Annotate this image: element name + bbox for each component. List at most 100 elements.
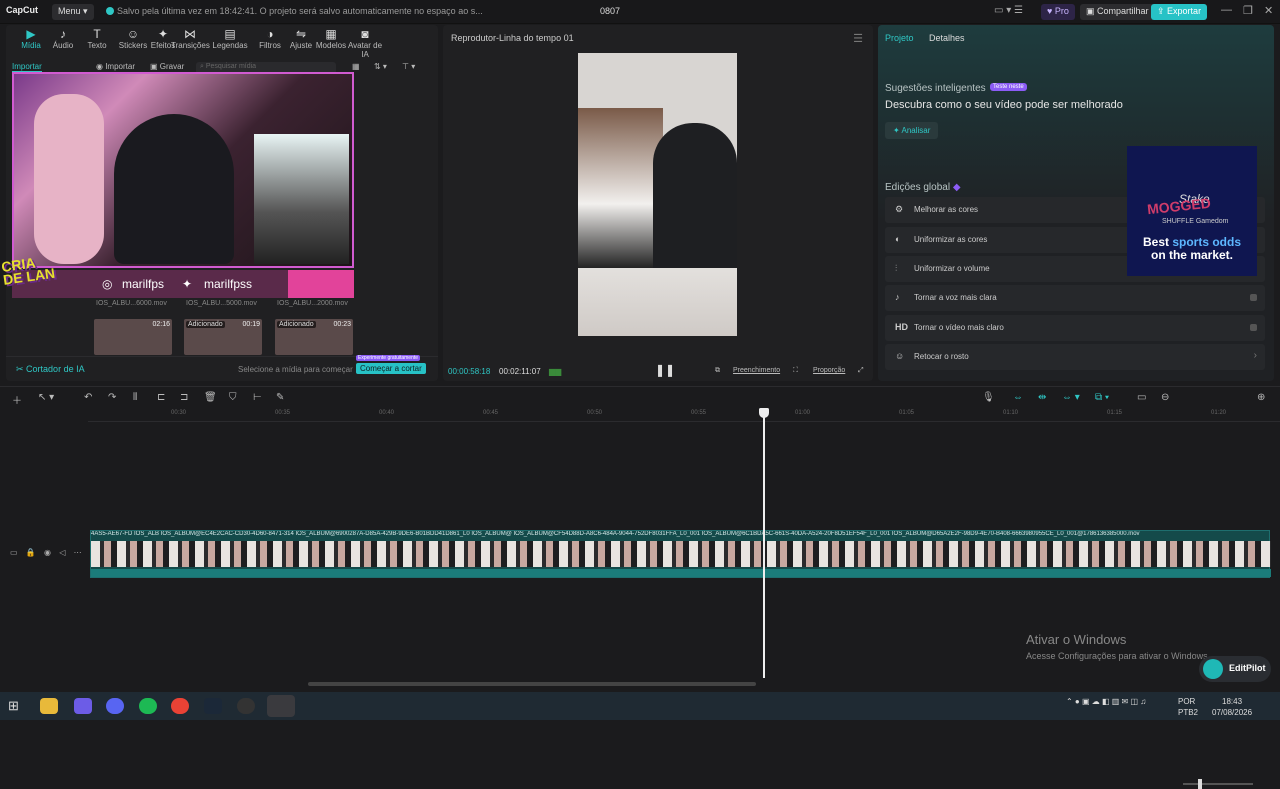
apps-icon[interactable] bbox=[74, 698, 92, 714]
pause-icon[interactable]: ❚❚ bbox=[655, 363, 675, 377]
zoom-handle[interactable] bbox=[1198, 779, 1202, 789]
editpilot-button[interactable]: EditPilot bbox=[1199, 656, 1271, 682]
snap-icon[interactable]: ⇔ ▾ bbox=[1062, 392, 1080, 403]
zoom-slider[interactable] bbox=[1183, 783, 1253, 785]
menu-button[interactable]: Menu ▾ bbox=[52, 4, 94, 20]
add-track-icon[interactable]: ＋ bbox=[12, 392, 22, 407]
timeline-ruler[interactable]: 00:30 00:35 00:40 00:45 00:50 00:55 01:00 01:05… bbox=[88, 408, 1280, 422]
magnet-icon[interactable]: ⇹ bbox=[1038, 392, 1046, 403]
filter-icon[interactable]: ⊤ ▾ bbox=[402, 62, 415, 71]
start-cut-button[interactable]: Começar a cortar bbox=[356, 363, 426, 374]
audio-icon: ♪ bbox=[60, 27, 66, 41]
capcut-taskbar-icon[interactable] bbox=[267, 695, 295, 717]
timeline-scrollbar[interactable] bbox=[308, 682, 756, 686]
sort-icon[interactable]: ⇅ ▾ bbox=[374, 62, 387, 71]
file-explorer-icon[interactable] bbox=[40, 698, 58, 714]
fit-icon[interactable]: ⛶ bbox=[793, 367, 798, 375]
shield-icon[interactable]: ⛉ bbox=[229, 392, 237, 403]
ruler-tick-label: 00:40 bbox=[379, 410, 395, 416]
zoom-out-icon[interactable]: ⊖ bbox=[1161, 392, 1169, 403]
view-grid-icon[interactable]: ▦ bbox=[352, 62, 360, 71]
caption-icon[interactable]: ▭ bbox=[1137, 392, 1146, 403]
option-retouch-face[interactable]: ☺ Retocar o rosto › bbox=[885, 344, 1265, 370]
undo-icon[interactable]: ↶ bbox=[84, 392, 92, 403]
ad-line2: on the market. bbox=[1150, 248, 1234, 262]
chrome-icon[interactable] bbox=[171, 698, 189, 714]
tab-templates[interactable]: ▦ Modelos bbox=[312, 27, 350, 50]
maximize-icon[interactable]: ❐ bbox=[1243, 4, 1253, 17]
minimize-icon[interactable]: — bbox=[1221, 4, 1232, 16]
ruler-tick-label: 00:50 bbox=[587, 410, 603, 416]
lock-icon[interactable]: 🔒 bbox=[26, 548, 36, 557]
mute-icon[interactable]: ◁ bbox=[59, 548, 65, 557]
media-thumbnail[interactable]: 02:16 bbox=[94, 319, 172, 355]
split-right-icon[interactable]: ⊐ bbox=[180, 392, 188, 403]
pro-button[interactable]: ♥ Pro bbox=[1041, 4, 1075, 20]
social-bar-accent bbox=[288, 270, 354, 298]
pen-icon[interactable]: ✎ bbox=[276, 392, 284, 403]
tab-avatar[interactable]: ◙ Avatar de IA bbox=[346, 27, 384, 59]
discord-icon[interactable] bbox=[106, 698, 124, 714]
export-button[interactable]: ⇪ Exportar bbox=[1151, 4, 1208, 20]
option-toggle[interactable] bbox=[1250, 324, 1257, 331]
import-subtab[interactable]: Importar bbox=[12, 62, 42, 72]
share-button[interactable]: ▣ Compartilhar bbox=[1080, 4, 1155, 20]
fullscreen-icon[interactable]: ⤢ bbox=[858, 367, 864, 375]
ai-cutter-label[interactable]: ✂ Cortador de IA bbox=[16, 364, 85, 375]
track-cover-icon[interactable]: ▭ bbox=[10, 548, 18, 557]
desk-setup bbox=[254, 134, 349, 264]
tab-captions[interactable]: ▤ Legendas bbox=[211, 27, 249, 50]
search-placeholder: Pesquisar mídia bbox=[205, 63, 257, 70]
tab-project[interactable]: Projeto bbox=[885, 33, 914, 43]
instagram-icon: ◎ bbox=[102, 277, 113, 291]
microphone-icon[interactable]: 🎙 bbox=[982, 392, 995, 403]
tab-audio[interactable]: ♪ Áudio bbox=[44, 27, 82, 50]
hd-icon: HD bbox=[895, 322, 908, 332]
tab-transition[interactable]: ⋈ Transições bbox=[171, 27, 210, 50]
select-tool-icon[interactable]: ↖ ▾ bbox=[38, 392, 54, 403]
playhead-handle[interactable] bbox=[759, 408, 769, 418]
obs-icon[interactable] bbox=[237, 698, 255, 714]
video-preview[interactable] bbox=[578, 53, 737, 336]
crop-clip-icon[interactable]: ⊢ bbox=[253, 392, 262, 403]
global-edits-title: Edições global ◆ bbox=[885, 182, 961, 193]
ratio-button[interactable]: Proporção bbox=[813, 367, 845, 374]
layout-icon[interactable]: ▭ ▾ ☰ bbox=[994, 5, 1023, 16]
media-thumbnail[interactable]: Adicionado 00:19 bbox=[184, 319, 262, 355]
media-thumbnail[interactable]: Adicionado 00:23 bbox=[275, 319, 353, 355]
option-clear-voice[interactable]: ♪ Tornar a voz mais clara bbox=[885, 285, 1265, 311]
text-icon: T bbox=[93, 27, 101, 41]
player-menu-icon[interactable]: ☰ bbox=[853, 32, 863, 45]
playhead[interactable] bbox=[759, 408, 769, 678]
record-button[interactable]: ▣ Gravar bbox=[150, 62, 184, 71]
option-toggle[interactable] bbox=[1250, 294, 1257, 301]
redo-icon[interactable]: ↷ bbox=[108, 392, 116, 403]
twitter-icon: ✦ bbox=[182, 277, 193, 291]
zoom-in-icon[interactable]: ⊕ bbox=[1257, 392, 1265, 403]
option-clear-video[interactable]: HD Tornar o vídeo mais claro bbox=[885, 315, 1265, 341]
windows-start-icon[interactable]: ⊞ bbox=[8, 698, 26, 714]
fill-button[interactable]: Preenchimento bbox=[733, 367, 780, 374]
tray-icons[interactable]: ⌃ ● ▣ ☁ ◧ ▥ ✉ ◫ ♫ bbox=[1066, 697, 1146, 706]
close-icon[interactable]: ✕ bbox=[1264, 4, 1273, 17]
split-left-icon[interactable]: ⊏ bbox=[157, 392, 165, 403]
split-icon[interactable]: ⫴ bbox=[133, 392, 137, 403]
more-icon[interactable]: ⋯ bbox=[74, 548, 82, 557]
tab-label: Legendas bbox=[212, 41, 248, 50]
import-button[interactable]: ◉ Importar bbox=[96, 62, 135, 71]
analyze-button[interactable]: ✦ Analisar bbox=[885, 122, 939, 139]
video-person-right bbox=[653, 123, 737, 268]
delete-icon[interactable]: 🗑 bbox=[204, 392, 217, 403]
tab-text[interactable]: T Texto bbox=[78, 27, 116, 50]
video-track-clip[interactable]: 4AS5-AE67-FD IOS_ALB IOS_ALBUM@EC4E2CAC-… bbox=[90, 530, 1271, 578]
preview-axis-icon[interactable]: ⧉ ▾ bbox=[1095, 392, 1109, 403]
ai-cutter-bar: ✂ Cortador de IA Selecione a mídia para … bbox=[6, 355, 438, 381]
eye-icon[interactable]: ◉ bbox=[44, 548, 51, 557]
tab-details[interactable]: Detalhes bbox=[929, 33, 965, 43]
spotify-icon[interactable] bbox=[139, 698, 157, 714]
clock[interactable]: 18:43 07/08/2026 bbox=[1212, 696, 1252, 718]
crop-icon[interactable]: ⧉ bbox=[715, 367, 720, 375]
language-indicator[interactable]: POR PTB2 bbox=[1178, 696, 1198, 718]
steam-icon[interactable] bbox=[204, 698, 222, 714]
link-icon[interactable]: ⇔ bbox=[1013, 392, 1023, 403]
